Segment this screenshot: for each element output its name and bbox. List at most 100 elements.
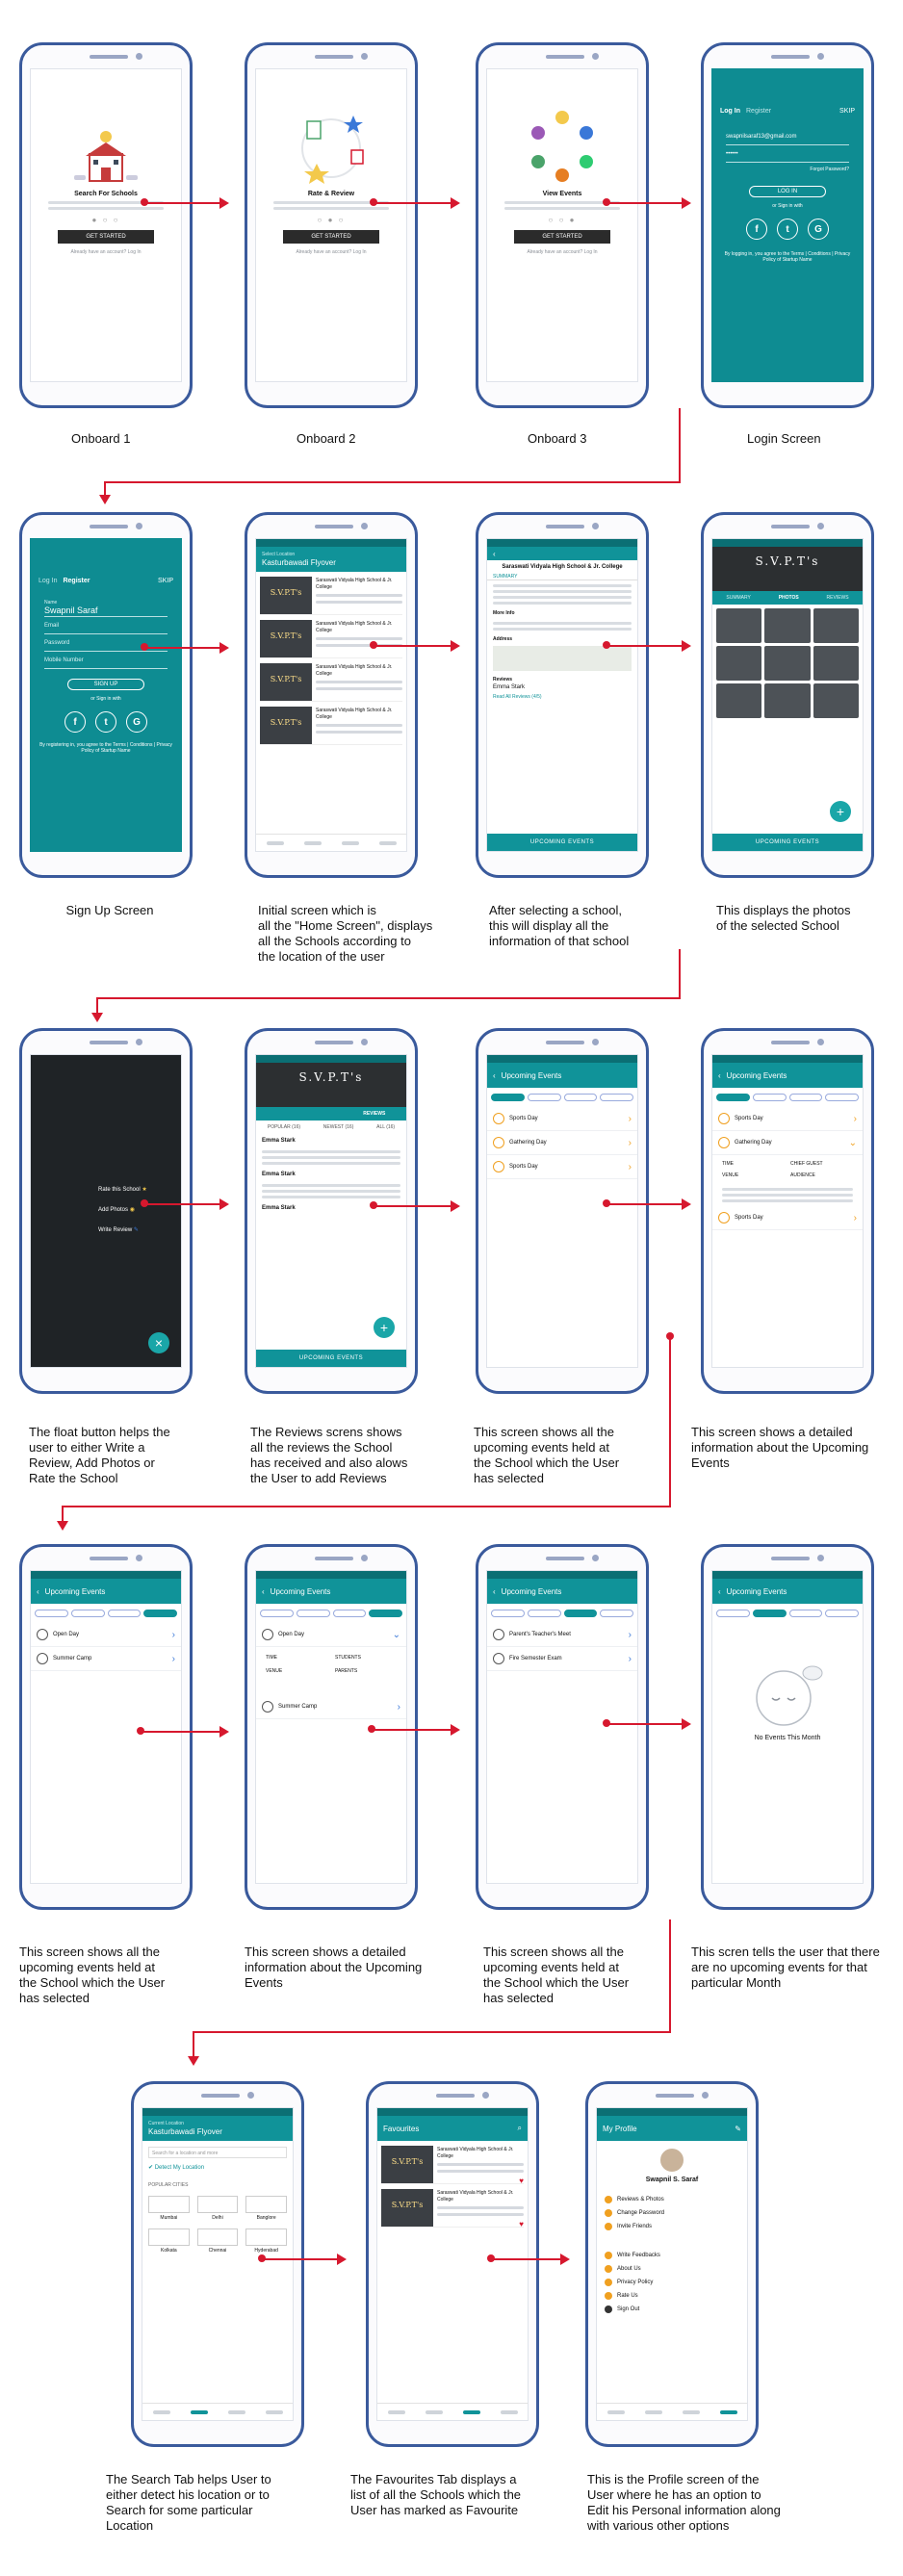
- month-chip[interactable]: [600, 1610, 633, 1617]
- back-icon[interactable]: ‹: [718, 1587, 721, 1596]
- month-chip[interactable]: [563, 1094, 598, 1101]
- city-delhi[interactable]: Delhi: [196, 2196, 239, 2221]
- edit-icon[interactable]: ✎: [735, 2125, 741, 2133]
- facebook-icon[interactable]: f: [64, 711, 86, 733]
- photo-thumbnail[interactable]: [813, 683, 859, 718]
- event-item[interactable]: Summer Camp ›: [256, 1695, 406, 1719]
- nav-favourites[interactable]: [682, 2409, 700, 2414]
- photo-thumbnail[interactable]: [764, 608, 811, 643]
- add-review-fab[interactable]: +: [374, 1317, 395, 1338]
- event-item[interactable]: Sports Day ›: [487, 1155, 637, 1179]
- location-selector[interactable]: Kasturbawadi Flyover: [148, 2127, 222, 2136]
- nav-search[interactable]: [303, 840, 322, 845]
- photo-thumbnail[interactable]: [716, 683, 762, 718]
- month-chip[interactable]: [600, 1094, 633, 1101]
- city-hyderabad[interactable]: Hyderabad: [245, 2228, 287, 2254]
- nav-schools[interactable]: [387, 2409, 405, 2414]
- filter-all[interactable]: ALL (16): [376, 1124, 395, 1130]
- nav-favourites[interactable]: [341, 840, 359, 845]
- back-icon[interactable]: ‹: [718, 1071, 721, 1080]
- month-chip[interactable]: [296, 1610, 330, 1617]
- facebook-icon[interactable]: f: [746, 219, 767, 240]
- month-chip[interactable]: [825, 1094, 859, 1101]
- get-started-button[interactable]: GET STARTED: [283, 230, 379, 244]
- twitter-icon[interactable]: t: [95, 711, 116, 733]
- add-photos-option[interactable]: Add Photos ◉: [98, 1206, 147, 1213]
- month-chip[interactable]: [35, 1610, 68, 1617]
- nav-search[interactable]: [644, 2409, 662, 2414]
- month-chip[interactable]: [716, 1094, 750, 1101]
- photo-thumbnail[interactable]: [764, 683, 811, 718]
- tab-login[interactable]: Log In: [39, 578, 57, 584]
- city-chennai[interactable]: Chennai: [196, 2228, 239, 2254]
- search-icon[interactable]: ⌕: [518, 2124, 522, 2133]
- signup-button[interactable]: SIGN UP: [67, 679, 144, 690]
- skip-button[interactable]: SKIP: [839, 108, 855, 115]
- login-link[interactable]: Already have an account? Log In: [487, 249, 637, 255]
- nav-favourites[interactable]: [462, 2409, 480, 2414]
- photo-thumbnail[interactable]: [813, 608, 859, 643]
- school-card[interactable]: S.V.P.T's Saraswati Vidyala High School &…: [260, 620, 402, 658]
- month-chip[interactable]: [332, 1610, 367, 1617]
- get-started-button[interactable]: GET STARTED: [58, 230, 154, 244]
- favourite-school-card[interactable]: S.V.P.T's Saraswati Vidyala High School &…: [381, 2146, 524, 2185]
- month-chip[interactable]: [825, 1610, 859, 1617]
- forgot-password-link[interactable]: Forgot Password?: [712, 163, 863, 176]
- filter-newest[interactable]: NEWEST (16): [323, 1124, 354, 1130]
- filter-popular[interactable]: POPULAR (16): [268, 1124, 300, 1130]
- back-icon[interactable]: ‹: [262, 1587, 265, 1596]
- month-chip[interactable]: [491, 1094, 525, 1101]
- school-card[interactable]: S.V.P.T's Saraswati Vidyala High School &…: [260, 707, 402, 745]
- menu-rate-us[interactable]: Rate Us: [605, 2289, 739, 2303]
- nav-schools[interactable]: [266, 840, 284, 845]
- month-chip[interactable]: [70, 1610, 105, 1617]
- month-chip[interactable]: [369, 1610, 402, 1617]
- menu-invite-friends[interactable]: Invite Friends: [605, 2220, 739, 2233]
- menu-sign-out[interactable]: Sign Out: [605, 2303, 739, 2316]
- login-link[interactable]: Already have an account? Log In: [256, 249, 406, 255]
- favourite-school-card[interactable]: S.V.P.T's Saraswati Vidyala High School &…: [381, 2189, 524, 2228]
- tab-summary[interactable]: SUMMARY: [726, 595, 750, 601]
- menu-privacy-policy[interactable]: Privacy Policy: [605, 2276, 739, 2289]
- nav-account[interactable]: [719, 2409, 737, 2414]
- photo-thumbnail[interactable]: [813, 646, 859, 681]
- school-card[interactable]: S.V.P.T's Saraswati Vidyala High School &…: [260, 577, 402, 615]
- rate-school-option[interactable]: Rate this School ★: [98, 1186, 147, 1193]
- nav-favourites[interactable]: [227, 2409, 245, 2414]
- heart-icon[interactable]: ♥: [519, 2220, 524, 2228]
- tab-reviews[interactable]: REVIEWS: [827, 595, 849, 601]
- upcoming-events-banner[interactable]: UPCOMING EVENTS: [712, 834, 863, 851]
- location-selector[interactable]: Kasturbawadi Flyover: [262, 558, 336, 567]
- tab-reviews[interactable]: REVIEWS: [363, 1111, 385, 1117]
- upcoming-events-banner[interactable]: UPCOMING EVENTS: [487, 834, 637, 851]
- nav-account[interactable]: [500, 2409, 518, 2414]
- password-field[interactable]: Password: [44, 640, 168, 652]
- password-field[interactable]: ••••••: [726, 151, 849, 163]
- month-chip[interactable]: [143, 1610, 177, 1617]
- login-button[interactable]: LOG IN: [749, 186, 826, 197]
- map-thumbnail[interactable]: [493, 646, 632, 671]
- nav-search[interactable]: [190, 2409, 208, 2414]
- close-fab-button[interactable]: ×: [148, 1332, 169, 1353]
- back-icon[interactable]: ‹: [493, 1071, 496, 1080]
- skip-button[interactable]: SKIP: [158, 578, 173, 584]
- email-field[interactable]: Email: [44, 623, 168, 634]
- city-banglore[interactable]: Banglore: [245, 2196, 287, 2221]
- avatar[interactable]: [658, 2147, 685, 2174]
- tab-login[interactable]: Log In: [720, 108, 740, 115]
- month-chip[interactable]: [527, 1094, 561, 1101]
- event-item[interactable]: Gathering Day ›: [487, 1131, 637, 1155]
- get-started-button[interactable]: GET STARTED: [514, 230, 610, 244]
- month-chip[interactable]: [716, 1610, 750, 1617]
- month-chip[interactable]: [788, 1610, 823, 1617]
- email-field[interactable]: swapnilsaraf13@gmail.com: [726, 134, 849, 145]
- read-all-reviews-link[interactable]: Read All Reviews (4/5): [487, 692, 637, 702]
- photo-thumbnail[interactable]: [716, 646, 762, 681]
- back-icon[interactable]: ‹: [493, 1587, 496, 1596]
- menu-about-us[interactable]: About Us: [605, 2262, 739, 2276]
- nav-search[interactable]: [425, 2409, 443, 2414]
- month-chip[interactable]: [107, 1610, 142, 1617]
- menu-reviews-photos[interactable]: Reviews & Photos: [605, 2193, 739, 2206]
- month-chip[interactable]: [788, 1094, 823, 1101]
- back-icon[interactable]: ‹: [37, 1587, 39, 1596]
